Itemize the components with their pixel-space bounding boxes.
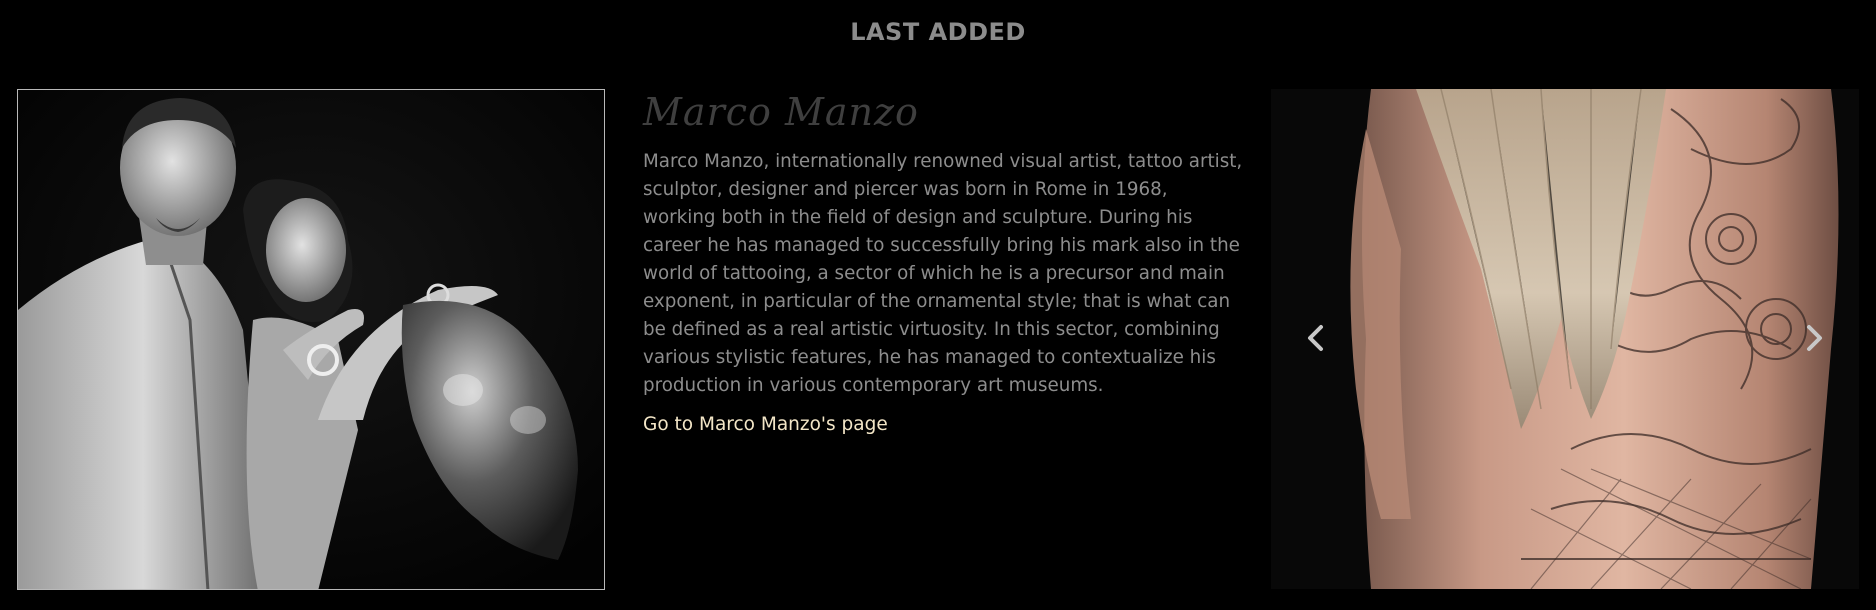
carousel-next-button[interactable]	[1800, 318, 1830, 358]
artist-bio: Marco Manzo, internationally renowned vi…	[643, 151, 1243, 396]
artist-name: Marco Manzo	[643, 90, 919, 134]
section-title: LAST ADDED	[850, 18, 1026, 46]
image-carousel	[1271, 89, 1859, 589]
artist-page-link[interactable]: Go to Marco Manzo's page	[643, 414, 888, 435]
chevron-right-icon	[1807, 325, 1822, 351]
artist-info: Marco Manzo Marco Manzo, internationally…	[643, 86, 1243, 435]
chevron-left-icon	[1308, 325, 1323, 351]
artist-photo	[17, 89, 605, 590]
carousel-prev-button[interactable]	[1300, 318, 1330, 358]
